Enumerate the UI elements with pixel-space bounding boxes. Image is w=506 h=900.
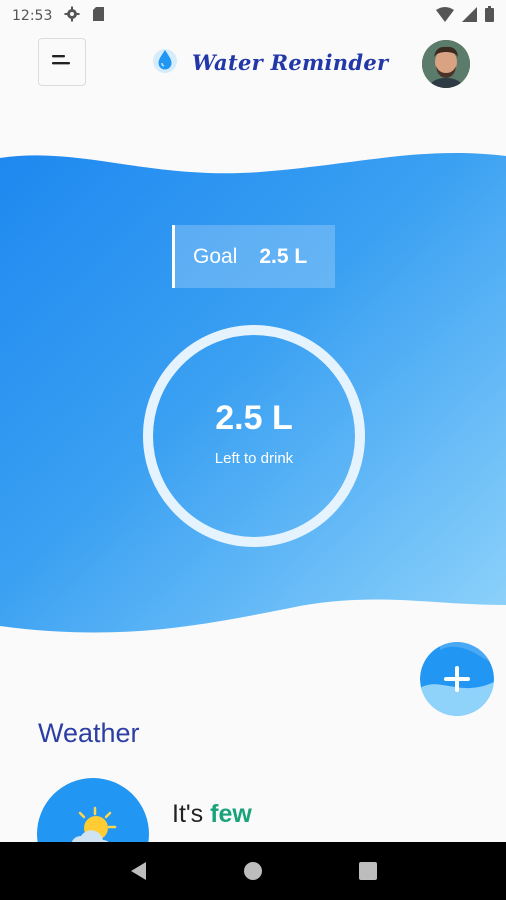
app-title-group: Water Reminder: [152, 46, 388, 79]
sd-card-icon: [92, 6, 105, 26]
wifi-icon: [436, 6, 454, 26]
weather-status-text: It's few: [172, 800, 252, 829]
add-drink-button[interactable]: [420, 642, 494, 716]
water-drop-icon: [152, 46, 178, 79]
battery-icon: [485, 6, 494, 26]
goal-value: 2.5 L: [259, 244, 308, 268]
weather-condition: few: [210, 800, 252, 828]
app-title: Water Reminder: [192, 50, 389, 75]
menu-button[interactable]: [38, 38, 86, 86]
progress-ring: 2.5 L Left to drink: [143, 325, 365, 547]
gear-icon: [64, 6, 80, 26]
remaining-value: 2.5 L: [215, 399, 293, 437]
avatar[interactable]: [422, 40, 470, 88]
recents-icon[interactable]: [348, 851, 388, 891]
weather-heading: Weather: [38, 718, 140, 748]
remaining-caption: Left to drink: [214, 450, 294, 467]
signal-icon: [462, 6, 477, 26]
goal-label: Goal: [193, 244, 238, 268]
goal-display: Goal 2.5 L: [172, 225, 335, 288]
status-time: 12:53: [12, 8, 53, 24]
menu-icon: [52, 53, 72, 71]
system-nav-bar: [0, 842, 506, 900]
home-icon[interactable]: [233, 851, 273, 891]
back-icon[interactable]: [118, 851, 158, 891]
app-bar: Water Reminder: [0, 32, 506, 92]
status-bar: 12:53: [0, 0, 506, 32]
weather-text-prefix: It's: [172, 800, 204, 828]
